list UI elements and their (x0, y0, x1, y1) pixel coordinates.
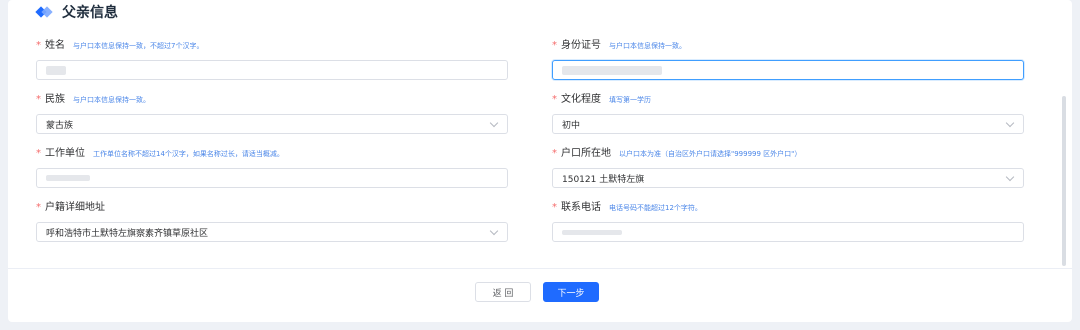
required-marker: * (36, 40, 41, 51)
chevron-down-icon (489, 118, 499, 128)
redacted-value (46, 65, 66, 75)
scrollbar[interactable] (1062, 96, 1066, 266)
required-marker: * (36, 148, 41, 159)
field-label: 户口所在地 (561, 148, 611, 159)
chevron-down-icon (489, 226, 499, 236)
field-employer: * 工作单位 工作单位名称不超过14个汉字，如果名称过长，请适当概减。 (36, 144, 508, 188)
chevron-down-icon (1005, 118, 1015, 128)
field-ethnicity: * 民族 与户口本信息保持一致。 蒙古族 (36, 90, 508, 134)
field-hint: 以户口本为准（自治区外户口请选择"999999 区外户口"） (619, 150, 802, 158)
employer-input[interactable] (36, 168, 508, 188)
field-label: 工作单位 (45, 148, 85, 159)
select-value: 初中 (562, 120, 581, 131)
redacted-value (46, 175, 90, 181)
required-marker: * (552, 202, 557, 213)
id-number-input[interactable] (552, 60, 1024, 80)
field-name: * 姓名 与户口本信息保持一致，不超过7个汉字。 (36, 36, 508, 80)
field-label: 文化程度 (561, 94, 601, 105)
redacted-value (562, 65, 662, 75)
field-hint: 填写第一学历 (609, 96, 651, 104)
field-hint: 与户口本信息保持一致。 (73, 96, 150, 104)
select-value: 蒙古族 (46, 120, 74, 131)
field-label: 民族 (45, 94, 65, 105)
ethnicity-select[interactable]: 蒙古族 (36, 114, 508, 134)
education-select[interactable]: 初中 (552, 114, 1024, 134)
field-hint: 工作单位名称不超过14个汉字，如果名称过长，请适当概减。 (93, 150, 284, 158)
required-marker: * (552, 40, 557, 51)
field-label: 户籍详细地址 (45, 202, 105, 213)
field-label: 姓名 (45, 40, 65, 51)
field-label: 身份证号 (561, 40, 601, 51)
section-title: 父亲信息 (62, 5, 118, 21)
field-hint: 与户口本信息保持一致。 (609, 42, 686, 50)
section-header: 父亲信息 (36, 2, 118, 22)
phone-input[interactable] (552, 222, 1024, 242)
field-phone: * 联系电话 电话号码不能超过12个字符。 (552, 198, 1024, 242)
form-card: 父亲信息 * 姓名 与户口本信息保持一致，不超过7个汉字。 * 身份证号 与户口… (8, 0, 1072, 322)
required-marker: * (36, 94, 41, 105)
name-input[interactable] (36, 60, 508, 80)
field-education: * 文化程度 填写第一学历 初中 (552, 90, 1024, 134)
required-marker: * (36, 202, 41, 213)
field-household-location: * 户口所在地 以户口本为准（自治区外户口请选择"999999 区外户口"） 1… (552, 144, 1024, 188)
household-address-select[interactable]: 呼和浩特市土默特左旗察素齐镇草原社区 (36, 222, 508, 242)
required-marker: * (552, 148, 557, 159)
select-value: 150121 土默特左旗 (562, 174, 645, 185)
back-button[interactable]: 返 回 (475, 282, 531, 302)
field-label: 联系电话 (561, 202, 601, 213)
select-value: 呼和浩特市土默特左旗察素齐镇草原社区 (46, 228, 209, 239)
next-button[interactable]: 下一步 (543, 282, 599, 302)
chevron-down-icon (1005, 172, 1015, 182)
footer-divider (8, 268, 1072, 269)
field-household-address: * 户籍详细地址 呼和浩特市土默特左旗察素齐镇草原社区 (36, 198, 508, 242)
field-id-number: * 身份证号 与户口本信息保持一致。 (552, 36, 1024, 80)
field-hint: 电话号码不能超过12个字符。 (609, 204, 702, 212)
field-hint: 与户口本信息保持一致，不超过7个汉字。 (73, 42, 204, 50)
household-location-select[interactable]: 150121 土默特左旗 (552, 168, 1024, 188)
redacted-value (562, 229, 622, 235)
section-diamond-icon (36, 5, 54, 19)
required-marker: * (552, 94, 557, 105)
